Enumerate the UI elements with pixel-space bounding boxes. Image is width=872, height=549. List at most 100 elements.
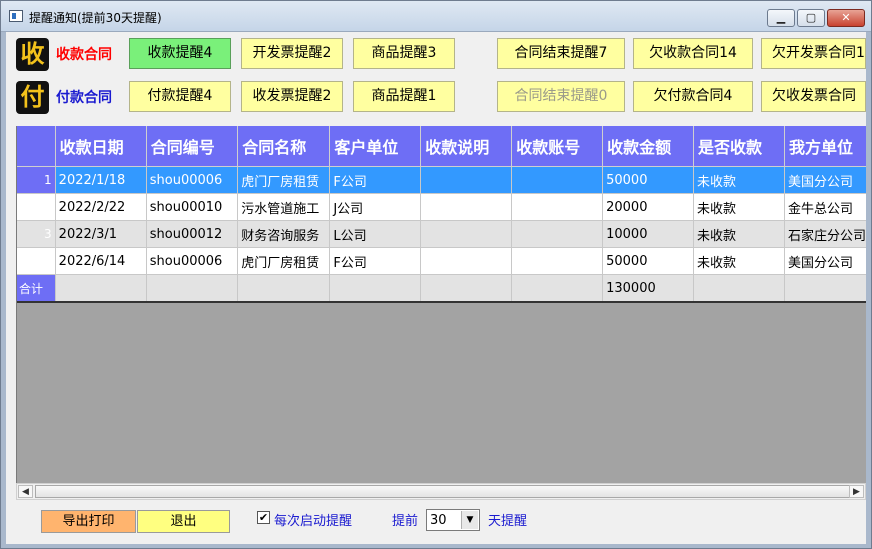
table-row[interactable]: 1 2022/1/18 shou00006 虎门厂房租赁 F公司 50000 未…: [17, 166, 866, 194]
reminder-table: 收款日期 合同编号 合同名称 客户单位 收款说明 收款账号 收款金额 是否收款 …: [17, 126, 866, 303]
cell-account[interactable]: [511, 193, 604, 221]
goods-reminder-button[interactable]: 商品提醒3: [353, 38, 455, 69]
goods-reminder-button-payment[interactable]: 商品提醒1: [353, 81, 455, 112]
cell-received[interactable]: 未收款: [693, 247, 785, 275]
table-row[interactable]: 4 2022/6/14 shou00006 虎门厂房租赁 F公司 50000 未…: [17, 247, 866, 275]
cell-received[interactable]: 未收款: [693, 166, 785, 194]
cell-contract-name[interactable]: 污水管道施工: [237, 193, 331, 221]
cell-note[interactable]: [420, 193, 513, 221]
total-cell: [55, 274, 147, 303]
scrollbar-thumb[interactable]: [35, 485, 850, 498]
column-header-date[interactable]: 收款日期: [55, 126, 147, 167]
app-icon: [9, 10, 23, 22]
cell-contract-no[interactable]: shou00006: [146, 166, 239, 194]
cell-our-company[interactable]: 石家庄分公司: [784, 220, 866, 248]
cell-note[interactable]: [420, 247, 513, 275]
reminder-window: 提醒通知(提前30天提醒) ▁ ▢ ✕ 收 收款合同 收款提醒4 开发票提醒2 …: [0, 0, 872, 549]
row-number[interactable]: 4: [17, 247, 56, 275]
payment-badge-icon: 付: [16, 81, 49, 114]
horizontal-scrollbar[interactable]: ◀ ▶: [16, 483, 866, 500]
column-header-our-company[interactable]: 我方单位: [784, 126, 866, 167]
close-button[interactable]: ✕: [827, 9, 865, 27]
title-bar: 提醒通知(提前30天提醒) ▁ ▢ ✕: [1, 1, 871, 32]
cell-date[interactable]: 2022/1/18: [55, 166, 147, 194]
cell-amount[interactable]: 10000: [602, 220, 695, 248]
scroll-left-icon[interactable]: ◀: [18, 485, 33, 498]
cell-client[interactable]: L公司: [329, 220, 422, 248]
column-header-contract-name[interactable]: 合同名称: [237, 126, 331, 167]
payment-contract-row: 付 付款合同 付款提醒4 收发票提醒2 商品提醒1 合同结束提醒0 欠付款合同4…: [6, 75, 866, 115]
receipt-reminder-button[interactable]: 收款提醒4: [129, 38, 231, 69]
column-header-note[interactable]: 收款说明: [420, 126, 513, 167]
row-number[interactable]: 3: [17, 220, 56, 248]
receipt-badge-icon: 收: [16, 38, 49, 71]
cell-date[interactable]: 2022/2/22: [55, 193, 147, 221]
payment-section-label: 付款合同: [56, 90, 112, 106]
cell-our-company[interactable]: 金牛总公司: [784, 193, 866, 221]
receive-invoice-reminder-button[interactable]: 收发票提醒2: [241, 81, 343, 112]
cell-account[interactable]: [511, 166, 604, 194]
column-header-received[interactable]: 是否收款: [693, 126, 785, 167]
table-row[interactable]: 2 2022/2/22 shou00010 污水管道施工 J公司 20000 未…: [17, 193, 866, 221]
scroll-right-icon[interactable]: ▶: [849, 485, 864, 498]
total-cell: [329, 274, 422, 303]
cell-note[interactable]: [420, 220, 513, 248]
cell-our-company[interactable]: 美国分公司: [784, 166, 866, 194]
cell-contract-no[interactable]: shou00010: [146, 193, 239, 221]
cell-note[interactable]: [420, 166, 513, 194]
total-cell: [237, 274, 331, 303]
total-cell: [420, 274, 513, 303]
issue-invoice-reminder-button[interactable]: 开发票提醒2: [241, 38, 343, 69]
cell-account[interactable]: [511, 220, 604, 248]
total-row: 合计 130000: [17, 274, 866, 303]
contract-end-reminder-button-payment[interactable]: 合同结束提醒0: [497, 81, 625, 112]
corner-header[interactable]: [17, 126, 56, 167]
cell-received[interactable]: 未收款: [693, 193, 785, 221]
column-header-amount[interactable]: 收款金额: [602, 126, 695, 167]
column-header-client[interactable]: 客户单位: [329, 126, 422, 167]
row-number[interactable]: 2: [17, 193, 56, 221]
days-select[interactable]: 30 ▼: [426, 509, 480, 531]
unreceived-contracts-button[interactable]: 欠收款合同14: [633, 38, 753, 69]
unreceived-invoice-contracts-button[interactable]: 欠收发票合同: [761, 81, 866, 112]
cell-client[interactable]: F公司: [329, 247, 422, 275]
exit-button[interactable]: 退出: [137, 510, 230, 533]
contract-end-reminder-button[interactable]: 合同结束提醒7: [497, 38, 625, 69]
maximize-button[interactable]: ▢: [797, 9, 825, 27]
unpaid-contracts-button[interactable]: 欠付款合同4: [633, 81, 753, 112]
row-number[interactable]: 1: [17, 166, 56, 194]
cell-account[interactable]: [511, 247, 604, 275]
cell-contract-no[interactable]: shou00012: [146, 220, 239, 248]
chevron-down-icon[interactable]: ▼: [461, 511, 478, 529]
cell-client[interactable]: J公司: [329, 193, 422, 221]
minimize-button[interactable]: ▁: [767, 9, 795, 27]
startup-reminder-label: 每次启动提醒: [274, 514, 353, 529]
uninvoiced-contracts-button[interactable]: 欠开发票合同1: [761, 38, 866, 69]
startup-reminder-checkbox[interactable]: ✔: [257, 511, 270, 524]
payment-reminder-button[interactable]: 付款提醒4: [129, 81, 231, 112]
cell-amount[interactable]: 20000: [602, 193, 695, 221]
table-header-row: 收款日期 合同编号 合同名称 客户单位 收款说明 收款账号 收款金额 是否收款 …: [17, 126, 866, 167]
receipt-contract-row: 收 收款合同 收款提醒4 开发票提醒2 商品提醒3 合同结束提醒7 欠收款合同1…: [6, 32, 866, 72]
table-row[interactable]: 3 2022/3/1 shou00012 财务咨询服务 L公司 10000 未收…: [17, 220, 866, 248]
cell-amount[interactable]: 50000: [602, 247, 695, 275]
export-print-button[interactable]: 导出打印: [41, 510, 136, 533]
cell-date[interactable]: 2022/3/1: [55, 220, 147, 248]
cell-our-company[interactable]: 美国分公司: [784, 247, 866, 275]
total-amount: 130000: [602, 274, 695, 303]
column-header-contract-no[interactable]: 合同编号: [146, 126, 239, 167]
cell-contract-name[interactable]: 财务咨询服务: [237, 220, 331, 248]
cell-amount[interactable]: 50000: [602, 166, 695, 194]
advance-label: 提前: [392, 514, 419, 529]
cell-contract-name[interactable]: 虎门厂房租赁: [237, 247, 331, 275]
total-cell: [693, 274, 785, 303]
receipt-section-label: 收款合同: [56, 47, 112, 63]
days-select-value: 30: [430, 513, 447, 528]
column-header-account[interactable]: 收款账号: [511, 126, 604, 167]
cell-contract-name[interactable]: 虎门厂房租赁: [237, 166, 331, 194]
cell-received[interactable]: 未收款: [693, 220, 785, 248]
cell-date[interactable]: 2022/6/14: [55, 247, 147, 275]
days-suffix-label: 天提醒: [488, 514, 528, 529]
cell-contract-no[interactable]: shou00006: [146, 247, 239, 275]
cell-client[interactable]: F公司: [329, 166, 422, 194]
